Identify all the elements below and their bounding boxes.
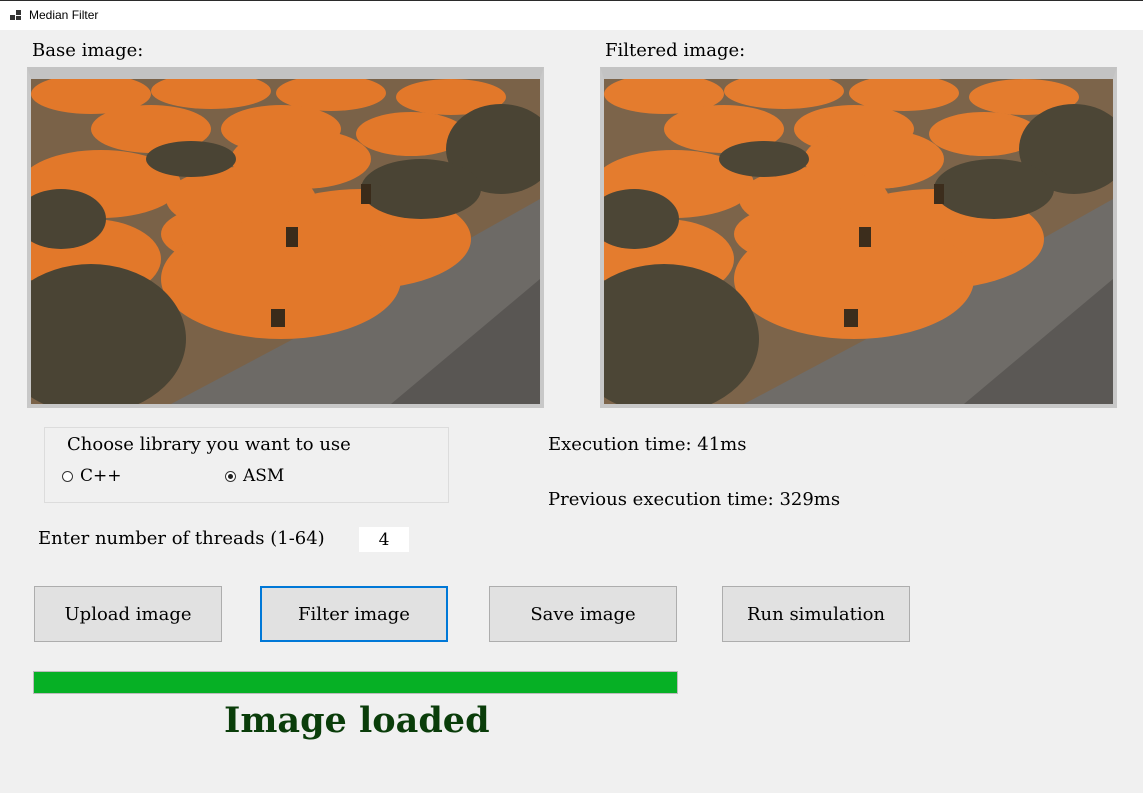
radio-asm[interactable]: ASM [225, 466, 284, 486]
library-legend: Choose library you want to use [67, 434, 351, 455]
progress-bar [33, 671, 678, 694]
radio-cpp-circle[interactable] [62, 470, 73, 482]
filtered-image-label: Filtered image: [605, 40, 746, 61]
radio-asm-label[interactable]: ASM [243, 466, 284, 486]
threads-label: Enter number of threads (1-64) [38, 528, 325, 549]
status-text: Image loaded [224, 700, 490, 741]
title-bar: Median Filter [0, 0, 1143, 30]
app-window-icon [10, 10, 21, 20]
filter-image-button[interactable]: Filter image [260, 586, 448, 642]
execution-time: Execution time: 41ms [548, 434, 747, 455]
radio-asm-circle[interactable] [225, 470, 236, 482]
threads-input[interactable] [359, 527, 409, 552]
window-title: Median Filter [29, 8, 99, 22]
run-simulation-button[interactable]: Run simulation [722, 586, 910, 642]
save-image-button[interactable]: Save image [489, 586, 677, 642]
upload-image-button[interactable]: Upload image [34, 586, 222, 642]
radio-cpp[interactable]: C++ [62, 466, 122, 486]
base-image-label: Base image: [32, 40, 144, 61]
filtered-image [604, 79, 1113, 404]
base-image [31, 79, 540, 404]
previous-execution-time: Previous execution time: 329ms [548, 489, 841, 510]
progress-bar-fill [34, 672, 677, 693]
filtered-image-box [600, 67, 1117, 408]
radio-cpp-label[interactable]: C++ [80, 466, 122, 486]
base-image-box [27, 67, 544, 408]
